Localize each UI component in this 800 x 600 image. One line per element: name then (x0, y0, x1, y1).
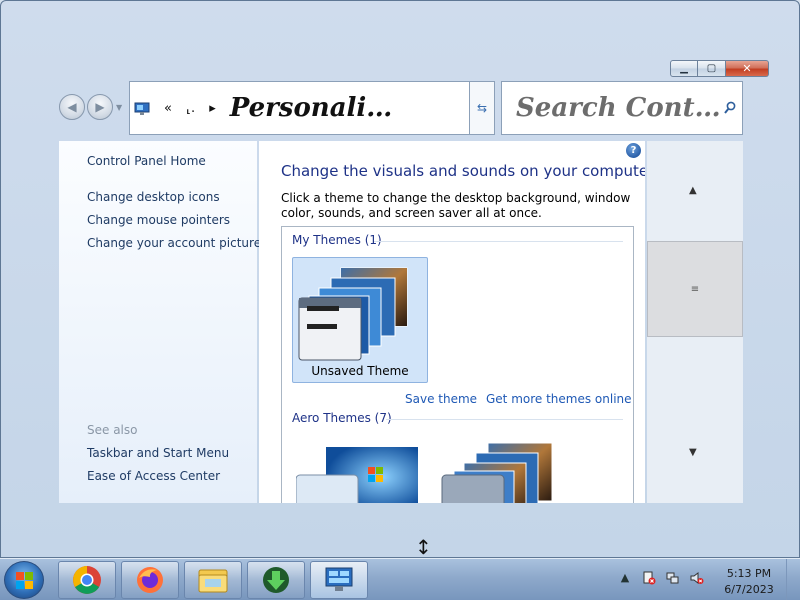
refresh-icon: ⇆ (476, 101, 488, 115)
system-clock[interactable]: 5:13 PM 6/7/2023 (716, 566, 782, 598)
clock-date: 6/7/2023 (724, 583, 774, 596)
change-desktop-icons-link[interactable]: Change desktop icons (87, 190, 220, 204)
taskbar-explorer-button[interactable] (184, 561, 242, 599)
back-arrow-icon: ◀ (67, 100, 77, 114)
search-box[interactable]: Search Cont… (501, 81, 743, 135)
address-overflow-chevron[interactable]: « (164, 101, 172, 116)
forward-button[interactable]: ▶ (87, 94, 113, 120)
close-button[interactable]: ✕ (726, 60, 769, 77)
navigation-bar: ◀ ▶ ▼ « ⸤. ▸ Personali… ▼ ⇆ (57, 81, 745, 135)
file-explorer-icon (198, 569, 228, 593)
refresh-button[interactable]: ⇆ (469, 81, 495, 135)
scrollbar[interactable]: ▲ ≡ ▼ (647, 141, 743, 503)
minimize-button[interactable]: ▁ (670, 60, 698, 77)
my-themes-header[interactable]: My Themes (1) (292, 233, 382, 247)
personalization-icon (325, 567, 353, 591)
resize-cursor-icon: ↕ (415, 535, 432, 559)
group-divider (386, 419, 623, 420)
control-panel-home-link[interactable]: Control Panel Home (87, 154, 206, 168)
save-theme-link[interactable]: Save theme (405, 392, 477, 406)
taskbar-start-menu-link[interactable]: Taskbar and Start Menu (87, 446, 229, 460)
show-hidden-icons-chevron[interactable]: ▲ (618, 571, 632, 585)
aero-themes-header[interactable]: Aero Themes (7) (292, 411, 392, 425)
address-separator-arrow[interactable]: ▸ (209, 101, 216, 116)
personalization-window: ▁ ▢ ✕ ◀ ▶ ▼ « ⸤. ▸ Personali… ⇆ Search C… (0, 0, 800, 558)
taskbar-download-button[interactable] (247, 561, 305, 599)
chrome-icon (73, 566, 101, 594)
help-icon[interactable]: ? (626, 143, 641, 158)
unsaved-theme-tile[interactable]: Unsaved Theme (292, 257, 428, 383)
change-account-picture-link[interactable]: Change your account picture (87, 236, 261, 250)
search-input[interactable]: Search Cont… (516, 93, 721, 123)
content-pane: ? Change the visuals and sounds on your … (259, 141, 645, 503)
scroll-down-button[interactable]: ▼ (689, 447, 697, 458)
show-desktop-button[interactable] (786, 559, 800, 600)
architecture-theme-tile[interactable] (432, 441, 562, 503)
caption-buttons: ▁ ▢ ✕ (670, 60, 769, 77)
taskbar-personalization-button[interactable] (310, 561, 368, 599)
maximize-button[interactable]: ▢ (698, 60, 726, 77)
change-mouse-pointers-link[interactable]: Change mouse pointers (87, 213, 230, 227)
taskbar: ▲ 5:13 PM 6/7/2023 (0, 558, 800, 600)
network-icon[interactable] (666, 571, 680, 585)
see-also-heading: See also (87, 423, 138, 437)
get-more-themes-link[interactable]: Get more themes online (486, 392, 632, 406)
page-description: Click a theme to change the desktop back… (281, 191, 631, 220)
volume-muted-icon[interactable] (690, 571, 704, 585)
firefox-icon (137, 567, 163, 593)
download-manager-icon (263, 567, 289, 593)
theme-preview-image (298, 267, 408, 361)
themes-list: My Themes (1) Unsaved Theme Save theme G… (281, 226, 634, 503)
address-current-location[interactable]: Personali… (230, 93, 393, 123)
back-button[interactable]: ◀ (59, 94, 85, 120)
search-icon[interactable] (724, 101, 736, 118)
clock-time: 5:13 PM (726, 567, 772, 580)
address-bar[interactable]: « ⸤. ▸ Personali… ▼ (129, 81, 495, 135)
action-center-icon[interactable] (642, 571, 656, 585)
unsaved-theme-label: Unsaved Theme (311, 364, 409, 378)
page-title: Change the visuals and sounds on your co… (281, 162, 645, 180)
start-button[interactable] (4, 561, 44, 599)
forward-arrow-icon: ▶ (95, 100, 105, 114)
notification-area: ▲ (618, 571, 704, 585)
windows-logo-icon (16, 572, 33, 589)
taskbar-chrome-button[interactable] (58, 561, 116, 599)
thumb-grip-icon: ≡ (690, 283, 700, 295)
address-segment[interactable]: ⸤. (186, 101, 195, 116)
left-task-pane: Control Panel Home Change desktop icons … (59, 141, 261, 503)
control-panel-icon (134, 101, 150, 115)
ease-of-access-link[interactable]: Ease of Access Center (87, 469, 220, 483)
scroll-thumb[interactable]: ≡ (647, 241, 743, 337)
group-divider (374, 241, 623, 242)
windows7-theme-tile[interactable] (296, 445, 426, 503)
taskbar-firefox-button[interactable] (121, 561, 179, 599)
recent-pages-dropdown[interactable]: ▼ (116, 103, 122, 112)
scroll-up-button[interactable]: ▲ (689, 185, 697, 196)
nav-arrows: ◀ ▶ ▼ (59, 94, 122, 120)
